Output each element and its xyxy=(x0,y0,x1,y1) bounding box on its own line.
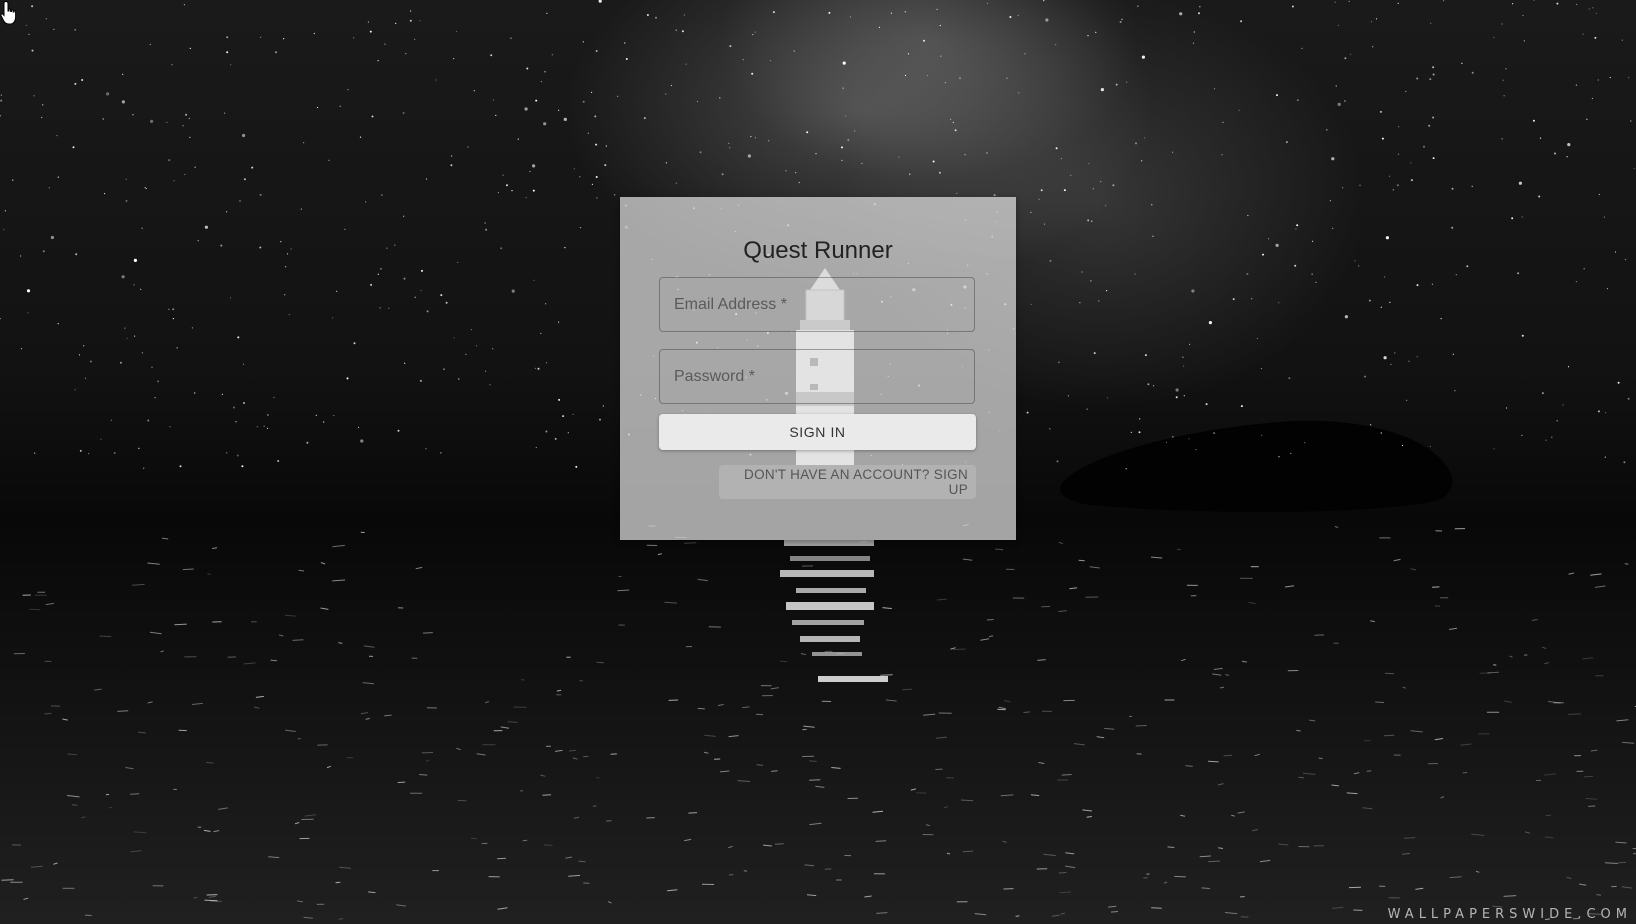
email-field[interactable] xyxy=(659,277,975,332)
watermark-text: WALLPAPERSWIDE.COM xyxy=(1387,907,1632,922)
email-input[interactable] xyxy=(660,278,974,331)
wallpaper-background: Quest Runner SIGN IN DON'T HAVE AN ACCOU… xyxy=(0,0,1636,924)
password-input[interactable] xyxy=(660,350,974,403)
hand-pointer-icon xyxy=(0,0,17,25)
sign-up-link[interactable]: DON'T HAVE AN ACCOUNT? SIGN UP xyxy=(719,465,976,499)
sign-in-button[interactable]: SIGN IN xyxy=(659,414,976,450)
login-card: Quest Runner SIGN IN DON'T HAVE AN ACCOU… xyxy=(620,197,1016,540)
password-field[interactable] xyxy=(659,349,975,404)
app-title: Quest Runner xyxy=(743,237,893,264)
